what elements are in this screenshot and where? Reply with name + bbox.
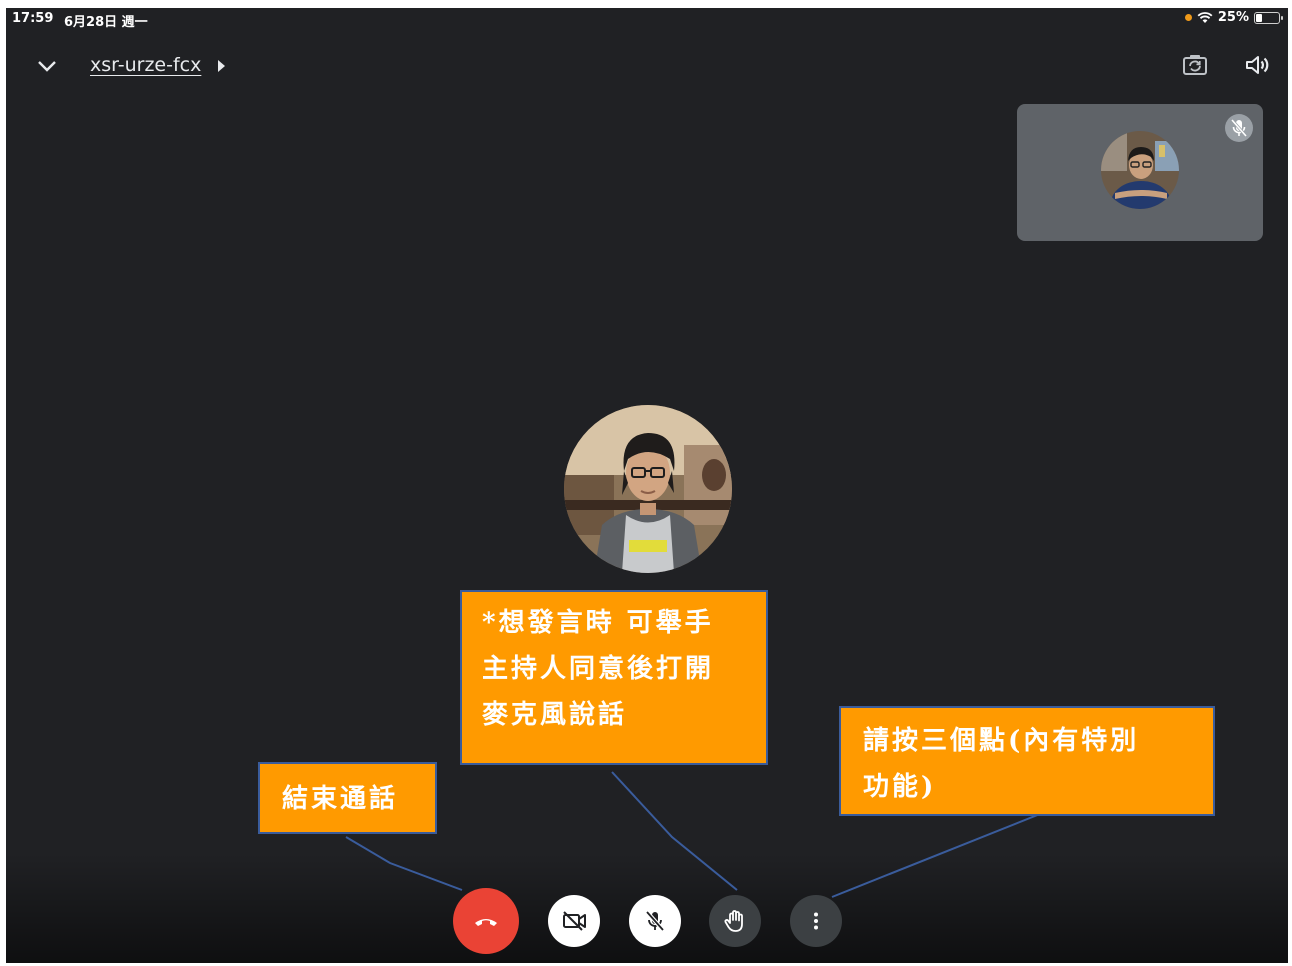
battery-percent: 25%	[1217, 10, 1249, 25]
participant-avatar	[564, 405, 732, 573]
mic-toggle-button[interactable]	[629, 895, 681, 947]
hand-icon	[724, 910, 743, 932]
self-avatar	[1101, 131, 1179, 209]
more-options-button[interactable]	[790, 895, 842, 947]
end-call-button[interactable]	[453, 888, 519, 954]
raise-hand-callout: *想發言時 可舉手 主持人同意後打開 麥克風說話	[460, 590, 768, 765]
mic-off-icon	[1225, 114, 1253, 142]
status-time: 17:59	[12, 11, 54, 26]
more-vert-icon	[814, 912, 818, 930]
callout-line: 請按三個點(內有特別	[863, 726, 1140, 756]
more-options-callout: 請按三個點(內有特別 功能)	[839, 706, 1215, 816]
callout-line: *想發言時 可舉手	[482, 608, 714, 638]
meet-screen: 17:59 6月28日 週一 25% xsr-urze-fcx *想發言時 可舉…	[6, 8, 1288, 963]
status-date: 6月28日 週一	[64, 15, 148, 30]
caret-right-icon[interactable]	[218, 60, 225, 72]
camera-toggle-button[interactable]	[548, 895, 600, 947]
callout-line: 結束通話	[282, 784, 399, 814]
speaker-icon[interactable]	[1243, 52, 1271, 78]
status-indicators: 25%	[1184, 10, 1283, 25]
chevron-down-icon[interactable]	[36, 55, 58, 77]
camera-off-icon	[563, 911, 586, 931]
callout-line: 功能)	[863, 772, 937, 802]
raise-hand-button[interactable]	[709, 895, 761, 947]
callout-line: 主持人同意後打開	[482, 654, 715, 684]
phone-hangup-icon	[475, 919, 497, 926]
callout-line: 麥克風說話	[482, 700, 628, 730]
battery-icon	[1254, 11, 1283, 24]
end-call-callout: 結束通話	[258, 762, 437, 834]
recording-dot-icon	[1184, 14, 1192, 21]
self-preview-tile[interactable]	[1017, 104, 1263, 241]
battery-level	[1256, 13, 1262, 22]
meeting-code-link[interactable]: xsr-urze-fcx	[90, 54, 201, 76]
camera-switch-icon[interactable]	[1181, 52, 1209, 78]
mic-off-icon	[645, 910, 665, 932]
wifi-icon	[1197, 12, 1213, 23]
